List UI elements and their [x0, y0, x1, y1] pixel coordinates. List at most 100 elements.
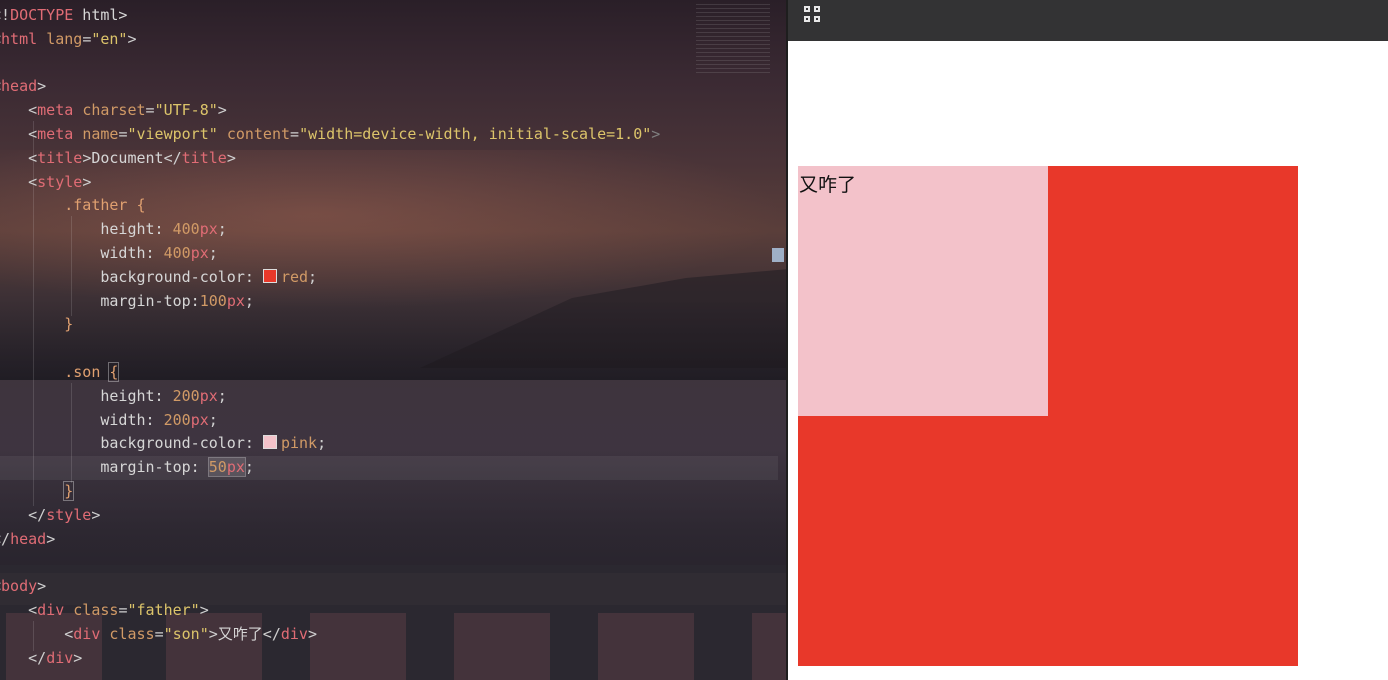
code-token: height:: [100, 220, 173, 239]
code-line[interactable]: </div>: [0, 647, 778, 671]
code-token: margin-top:: [100, 458, 209, 477]
code-line[interactable]: height: 200px;: [0, 385, 778, 409]
code-token: >: [37, 77, 47, 96]
grid-icon[interactable]: [804, 6, 822, 24]
code-token: >: [307, 624, 317, 643]
code-line[interactable]: height: 400px;: [0, 218, 778, 242]
code-token: "son": [163, 624, 209, 643]
code-line[interactable]: .son {: [0, 361, 778, 385]
code-token: >: [651, 124, 661, 143]
preview-toolbar: [788, 0, 1388, 41]
code-token: ;: [208, 410, 218, 429]
code-token: content: [226, 124, 291, 143]
code-line[interactable]: width: 200px;: [0, 409, 778, 433]
code-editor[interactable]: <!DOCTYPE html><html lang="en"> <head> <…: [0, 0, 786, 680]
code-line[interactable]: <style>: [0, 171, 778, 195]
code-token: >: [208, 624, 218, 643]
matched-brace: {: [108, 361, 120, 382]
code-token: "UTF-8": [154, 101, 218, 120]
code-token: div: [73, 624, 101, 643]
son-text: 又咋了: [799, 174, 857, 196]
code-line[interactable]: width: 400px;: [0, 242, 778, 266]
code-line[interactable]: }: [0, 313, 778, 337]
code-line[interactable]: [0, 337, 778, 361]
son-box: 又咋了: [798, 166, 1048, 416]
code-line[interactable]: <html lang="en">: [0, 28, 778, 52]
code-line[interactable]: margin-top: 50px;: [0, 456, 778, 480]
code-token: html: [1, 29, 38, 48]
code-line[interactable]: <head>: [0, 75, 778, 99]
code-line[interactable]: <!DOCTYPE html>: [0, 4, 778, 28]
code-token: body: [1, 577, 38, 596]
code-line[interactable]: <meta charset="UTF-8">: [0, 99, 778, 123]
code-line[interactable]: [0, 52, 778, 76]
code-token: html>: [73, 6, 128, 24]
code-line[interactable]: <div class="son">又咋了</div>: [0, 623, 778, 647]
code-token: <: [28, 600, 38, 619]
code-line[interactable]: </head>: [0, 528, 778, 552]
code-token: <: [28, 172, 38, 191]
code-line[interactable]: <meta name="viewport" content="width=dev…: [0, 123, 778, 147]
code-token: lang: [46, 29, 83, 48]
code-line[interactable]: <title>Document</title>: [0, 147, 778, 171]
code-token: width:: [100, 410, 164, 429]
code-line[interactable]: }: [0, 480, 778, 504]
code-token: >: [46, 529, 56, 548]
code-token: 200: [172, 386, 200, 405]
code-line[interactable]: background-color: pink;: [0, 432, 778, 456]
code-line[interactable]: <body>: [0, 575, 778, 599]
code-line[interactable]: [0, 551, 778, 575]
code-line[interactable]: background-color: red;: [0, 266, 778, 290]
code-token: "en": [91, 29, 128, 48]
code-token: ;: [217, 386, 227, 405]
code-token: Document: [91, 148, 164, 167]
matched-brace: }: [63, 480, 75, 501]
code-token: >: [82, 172, 92, 191]
code-token-highlighted: 50px: [207, 457, 246, 478]
scrollbar-marker[interactable]: [772, 248, 784, 262]
code-token: >: [37, 577, 47, 596]
color-swatch: [262, 435, 277, 450]
code-token: "father": [127, 600, 200, 619]
code-token: title: [37, 148, 83, 167]
father-box: 又咋了: [798, 166, 1298, 666]
code-token: >: [217, 101, 227, 120]
code-line[interactable]: </style>: [0, 504, 778, 528]
code-token: >: [73, 648, 83, 667]
code-token: =: [154, 624, 164, 643]
code-line[interactable]: <div class="father">: [0, 599, 778, 623]
code-token: >: [82, 148, 92, 167]
code-token: px: [190, 410, 209, 429]
code-token: </: [262, 624, 281, 643]
code-line[interactable]: margin-top:100px;: [0, 290, 778, 314]
code-token: </: [0, 529, 11, 548]
minimap[interactable]: [696, 4, 770, 76]
code-token: margin-top:: [100, 291, 200, 310]
code-line[interactable]: .father {: [0, 194, 778, 218]
code-token: >: [91, 505, 101, 524]
code-token: charset: [82, 101, 146, 120]
code-token: =: [290, 124, 300, 143]
code-token: >: [199, 600, 209, 619]
code-token: <: [28, 124, 38, 143]
code-token: ;: [308, 267, 318, 286]
code-token: DOCTYPE: [10, 6, 74, 24]
code-text[interactable]: <!DOCTYPE html><html lang="en"> <head> <…: [0, 4, 778, 670]
code-token: div: [46, 648, 74, 667]
